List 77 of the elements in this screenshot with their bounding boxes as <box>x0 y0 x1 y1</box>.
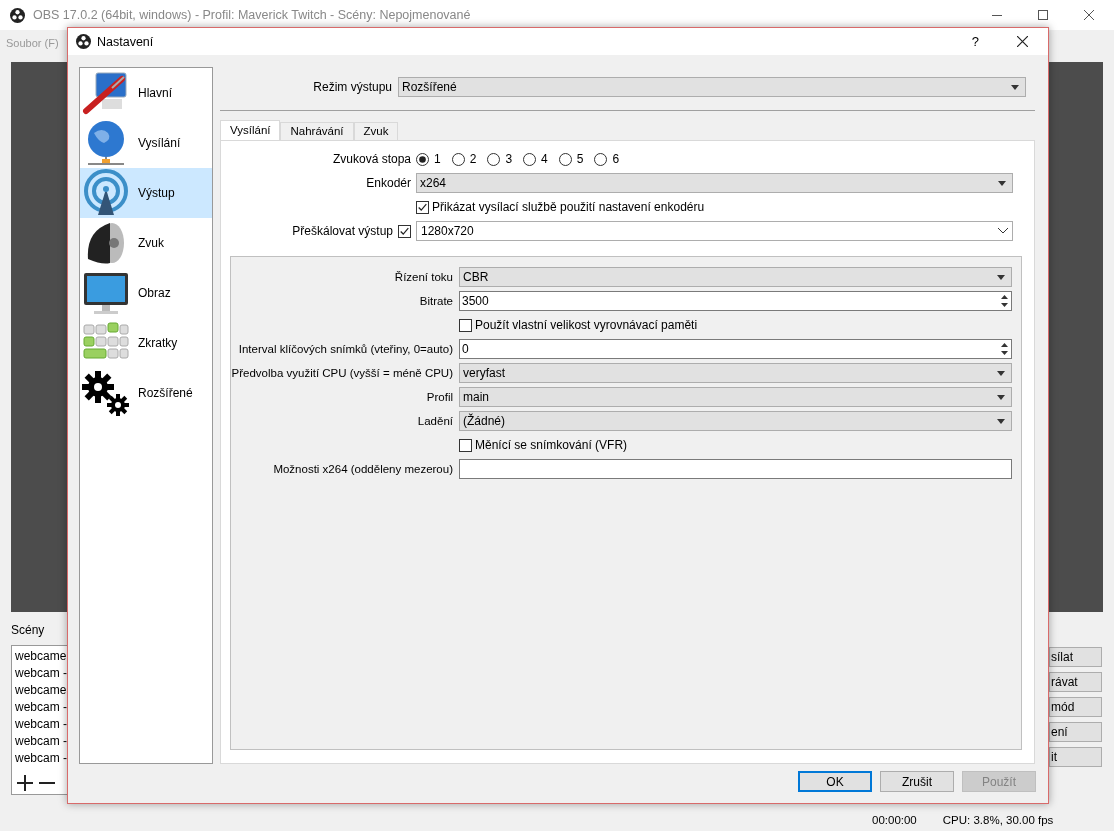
field-label: Režim výstupu <box>312 80 392 94</box>
control-button[interactable]: it <box>1049 747 1102 767</box>
minimize-icon[interactable] <box>992 14 1002 16</box>
field-label: Možnosti x264 (odděleny mezerou) <box>272 462 453 477</box>
field-label: Předvolba využití CPU (vyšší = méně CPU) <box>231 366 453 381</box>
field-label: Interval klíčových snímků (vteřiny, 0=auto) <box>237 342 453 357</box>
control-button[interactable]: sílat <box>1049 647 1102 667</box>
scene-item[interactable]: webcame <box>15 682 68 699</box>
scene-item[interactable]: webcam - <box>15 699 68 716</box>
scenes-label: Scény <box>11 623 46 639</box>
caret-icon <box>1011 84 1019 90</box>
dialog-button[interactable]: Zrušit <box>880 771 954 792</box>
checkbox[interactable] <box>398 224 411 238</box>
gears-icon <box>82 369 130 417</box>
caret-icon <box>997 394 1005 400</box>
control-button[interactable]: mód <box>1049 697 1102 717</box>
logo-icon <box>76 34 91 49</box>
field-label: Řízení toku <box>393 270 453 285</box>
checkbox-label: Přikázat vysílací službě použití nastavení enkodéru <box>432 200 705 214</box>
signal-icon <box>82 169 130 217</box>
input-field[interactable] <box>459 459 1012 479</box>
dropdown[interactable]: CBR <box>459 267 1012 287</box>
scene-item[interactable]: webcam - <box>15 665 68 682</box>
caret-icon <box>997 370 1005 376</box>
spin-arrows-icon <box>1000 342 1009 356</box>
sidebar-item[interactable]: Obraz <box>80 268 212 318</box>
scene-item[interactable]: webcam - <box>15 750 68 767</box>
checkbox[interactable] <box>416 200 429 214</box>
dropdown[interactable]: veryfast <box>459 363 1012 383</box>
help-button[interactable]: ? <box>971 34 979 49</box>
sidebar-item[interactable]: Zkratky <box>80 318 212 368</box>
computer-tool-icon <box>82 69 130 117</box>
field-label: Ladění <box>416 414 453 429</box>
control-button[interactable]: rávat <box>1049 672 1102 692</box>
tab[interactable]: Nahrávání <box>280 122 354 140</box>
status-cpu: CPU: 3.8%, 30.00 fps <box>942 813 1054 826</box>
tab[interactable]: Zvuk <box>353 122 399 140</box>
tab[interactable]: Vysílání <box>220 120 281 140</box>
sidebar-item[interactable]: Výstup <box>80 168 212 218</box>
sidebar-item[interactable]: Hlavní <box>80 68 212 118</box>
spin-arrows-icon <box>1000 294 1009 308</box>
output-mode-dropdown[interactable]: Rozšířené <box>398 77 1026 97</box>
dialog-button[interactable]: OK <box>798 771 872 792</box>
sidebar-item[interactable]: Vysílání <box>80 118 212 168</box>
spin-box[interactable]: 3500 <box>459 291 1012 311</box>
maximize-icon[interactable] <box>1038 10 1048 20</box>
resolution-combobox[interactable]: 1280x720 <box>416 221 1013 241</box>
close-icon[interactable] <box>1017 36 1028 47</box>
spin-box[interactable]: 0 <box>459 339 1012 359</box>
window-title: OBS 17.0.2 (64bit, windows) - Profil: Maverick Twitch - Scény: Nepojmenované <box>33 8 471 22</box>
scene-item[interactable]: webcame <box>15 648 68 665</box>
checkbox-label: Měnící se snímkování (VFR) <box>475 438 628 452</box>
encoder-dropdown[interactable]: x264 <box>416 173 1013 193</box>
scene-item[interactable]: webcam - <box>15 733 68 750</box>
field-label: Přeškálovat výstup <box>292 224 393 238</box>
add-icon[interactable] <box>17 775 33 791</box>
field-label: Profil <box>425 390 453 405</box>
checkbox[interactable] <box>459 438 472 452</box>
chevron-icon <box>998 228 1008 234</box>
caret-icon <box>997 418 1005 424</box>
sidebar-item[interactable]: Zvuk <box>80 218 212 268</box>
logo-icon <box>10 7 25 23</box>
control-button[interactable]: ení <box>1049 722 1102 742</box>
caret-icon <box>997 274 1005 280</box>
scene-item[interactable]: webcam - <box>15 716 68 733</box>
checkbox[interactable] <box>459 318 472 332</box>
status-time: 00:00:00 <box>872 813 917 826</box>
dropdown[interactable]: (Žádné) <box>459 411 1012 431</box>
field-label: Enkodér <box>365 175 411 192</box>
field-label: Bitrate <box>418 294 453 309</box>
close-icon[interactable] <box>1084 10 1094 20</box>
caret-icon <box>998 180 1006 186</box>
dropdown[interactable]: main <box>459 387 1012 407</box>
field-label: Zvuková stopa <box>331 151 411 168</box>
checkbox-label: Použít vlastní velikost vyrovnávací paměti <box>475 318 698 332</box>
sidebar-item[interactable]: Rozšířené <box>80 368 212 418</box>
dialog-title: Nastavení <box>97 34 154 49</box>
